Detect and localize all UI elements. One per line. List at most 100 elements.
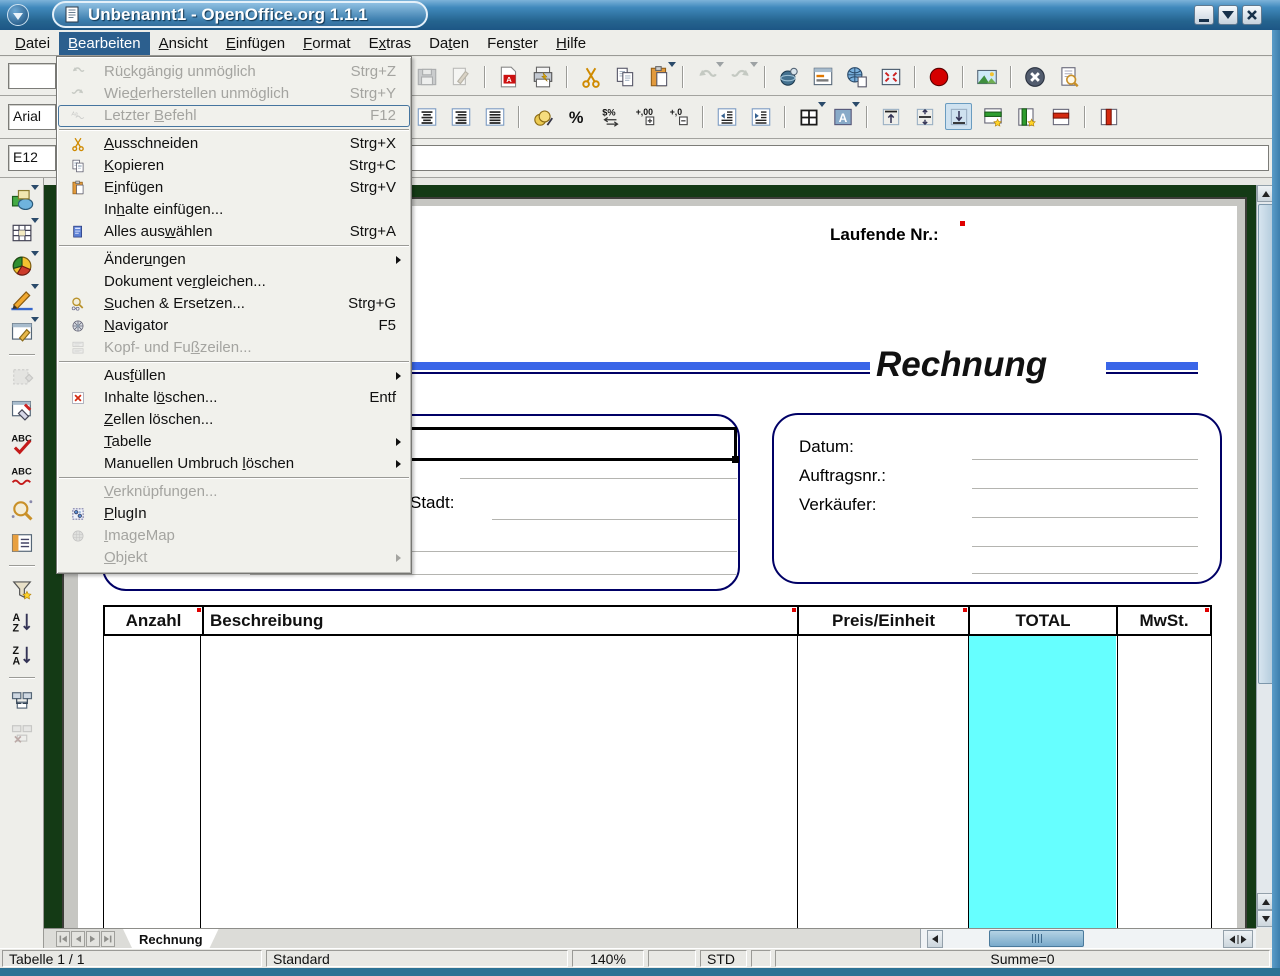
find-button[interactable] bbox=[8, 496, 35, 523]
data-sources-button[interactable] bbox=[8, 529, 35, 556]
menubar-item-fenster[interactable]: Fenster bbox=[478, 32, 547, 55]
menubar-item-hilfe[interactable]: Hilfe bbox=[547, 32, 595, 55]
insert-button[interactable] bbox=[8, 186, 35, 213]
autofilter-button[interactable] bbox=[8, 575, 35, 602]
scroll-right-split-button[interactable] bbox=[1223, 930, 1253, 948]
menubar-item-daten[interactable]: Daten bbox=[420, 32, 478, 55]
form-button[interactable] bbox=[8, 318, 35, 345]
navigator-ball-button[interactable] bbox=[775, 63, 802, 90]
menu-item-alles-auswählen[interactable]: Alles auswählenStrg+A bbox=[58, 221, 410, 243]
export-pdf-button[interactable]: A bbox=[495, 63, 522, 90]
previous-sheet-button[interactable] bbox=[71, 931, 85, 947]
background-color-icon: A bbox=[831, 105, 855, 129]
horizontal-scrollbar-thumb[interactable] bbox=[989, 930, 1084, 947]
insert-cells-button[interactable] bbox=[8, 219, 35, 246]
next-sheet-button[interactable] bbox=[86, 931, 100, 947]
group-button[interactable] bbox=[8, 687, 35, 714]
currency-button[interactable] bbox=[529, 103, 556, 130]
borders-button[interactable] bbox=[795, 103, 822, 130]
stylist-button[interactable] bbox=[809, 63, 836, 90]
menu-item-ausfüllen[interactable]: Ausfüllen bbox=[58, 365, 410, 387]
menu-item-zellen-löschen[interactable]: Zellen löschen... bbox=[58, 409, 410, 431]
align-bottom-button[interactable] bbox=[945, 103, 972, 130]
menu-item-label: Letzter Befehl bbox=[104, 107, 197, 124]
status-page-style[interactable]: Standard bbox=[266, 950, 568, 967]
menubar-item-extras[interactable]: Extras bbox=[360, 32, 421, 55]
justify-button[interactable] bbox=[481, 103, 508, 130]
draw-functions-button[interactable] bbox=[8, 285, 35, 312]
cut-button[interactable] bbox=[577, 63, 604, 90]
status-sum[interactable]: Summe=0 bbox=[775, 950, 1270, 967]
menubar-item-datei[interactable]: Datei bbox=[6, 32, 59, 55]
decrease-indent-button[interactable] bbox=[713, 103, 740, 130]
print-button[interactable] bbox=[529, 63, 556, 90]
load-url-combo[interactable] bbox=[8, 63, 56, 89]
align-top-button[interactable] bbox=[877, 103, 904, 130]
menubar-item-format[interactable]: Format bbox=[294, 32, 360, 55]
menu-item-suchen-&-ersetzen[interactable]: Suchen & Ersetzen...Strg+G bbox=[58, 293, 410, 315]
insert-object-button[interactable] bbox=[8, 252, 35, 279]
menubar-item-ansicht[interactable]: Ansicht bbox=[150, 32, 217, 55]
total-column-fill[interactable] bbox=[969, 636, 1116, 928]
status-mode[interactable]: STD bbox=[700, 950, 747, 967]
insert-row-button[interactable] bbox=[979, 103, 1006, 130]
autoformat-button[interactable] bbox=[8, 397, 35, 424]
menu-item-dokument-vergleichen[interactable]: Dokument vergleichen... bbox=[58, 271, 410, 293]
paste-button[interactable] bbox=[645, 63, 672, 90]
menubar-item-einfügen[interactable]: Einfügen bbox=[217, 32, 294, 55]
font-name-combo[interactable]: Arial bbox=[8, 104, 56, 130]
menu-item-ausschneiden[interactable]: AusschneidenStrg+X bbox=[58, 133, 410, 155]
menu-item-änderungen[interactable]: Änderungen bbox=[58, 249, 410, 271]
menu-item-tabelle[interactable]: Tabelle bbox=[58, 431, 410, 453]
menu-item-manuellen-umbruch-löschen[interactable]: Manuellen Umbruch löschen bbox=[58, 453, 410, 475]
table-header-anzahl[interactable]: Anzahl bbox=[105, 607, 202, 634]
align-center-button[interactable] bbox=[413, 103, 440, 130]
align-middle-button[interactable] bbox=[911, 103, 938, 130]
menu-item-einfügen[interactable]: EinfügenStrg+V bbox=[58, 177, 410, 199]
menu-item-inhalte-einfügen[interactable]: Inhalte einfügen... bbox=[58, 199, 410, 221]
background-color-button[interactable]: A bbox=[829, 103, 856, 130]
exchange-format-button[interactable]: $% bbox=[597, 103, 624, 130]
sort-descending-button[interactable]: ZA bbox=[8, 641, 35, 668]
spellcheck-button[interactable]: ABC bbox=[8, 430, 35, 457]
horizontal-scrollbar[interactable] bbox=[920, 929, 1256, 949]
gallery-button[interactable] bbox=[973, 63, 1000, 90]
menu-item-kopieren[interactable]: KopierenStrg+C bbox=[58, 155, 410, 177]
autospellcheck-button[interactable]: ABC bbox=[8, 463, 35, 490]
delete-column-button[interactable] bbox=[1095, 103, 1122, 130]
hyperlink-button[interactable] bbox=[843, 63, 870, 90]
menu-item-navigator[interactable]: NavigatorF5 bbox=[58, 315, 410, 337]
first-sheet-button[interactable] bbox=[56, 931, 70, 947]
record-button[interactable] bbox=[925, 63, 952, 90]
copy-button[interactable] bbox=[611, 63, 638, 90]
table-header-beschreibung[interactable]: Beschreibung bbox=[202, 607, 797, 634]
cell-reference-box[interactable]: E12 bbox=[8, 145, 56, 171]
scroll-left-button[interactable] bbox=[927, 930, 943, 948]
menu-item-plugin[interactable]: PlugIn bbox=[58, 503, 410, 525]
minimize-button[interactable] bbox=[1194, 5, 1214, 25]
status-sheet-info[interactable]: Tabelle 1 / 1 bbox=[2, 950, 262, 967]
table-header-preis-einheit[interactable]: Preis/Einheit bbox=[797, 607, 968, 634]
sheet-tab-rechnung[interactable]: Rechnung bbox=[123, 929, 219, 948]
insert-column-button[interactable] bbox=[1013, 103, 1040, 130]
remove-decimal-button[interactable]: +,0 bbox=[665, 103, 692, 130]
zoom-button[interactable] bbox=[877, 63, 904, 90]
table-header-total[interactable]: TOTAL bbox=[968, 607, 1116, 634]
close-button[interactable] bbox=[1242, 5, 1262, 25]
stop-button[interactable] bbox=[1021, 63, 1048, 90]
menubar-item-bearbeiten[interactable]: Bearbeiten bbox=[59, 32, 150, 55]
add-decimal-button[interactable]: +,00 bbox=[631, 103, 658, 130]
table-header-mwst[interactable]: MwSt. bbox=[1116, 607, 1210, 634]
sort-ascending-button[interactable]: AZ bbox=[8, 608, 35, 635]
align-right-button[interactable] bbox=[447, 103, 474, 130]
shade-button[interactable] bbox=[1218, 5, 1238, 25]
window-menu-button[interactable] bbox=[7, 4, 29, 26]
status-zoom[interactable]: 140% bbox=[572, 950, 644, 967]
last-sheet-button[interactable] bbox=[101, 931, 115, 947]
page-preview-button[interactable] bbox=[1055, 63, 1082, 90]
menu-item-inhalte-löschen[interactable]: Inhalte löschen...Entf bbox=[58, 387, 410, 409]
fill-handle[interactable] bbox=[732, 456, 739, 463]
increase-indent-button[interactable] bbox=[747, 103, 774, 130]
percent-button[interactable]: % bbox=[563, 103, 590, 130]
delete-row-button[interactable] bbox=[1047, 103, 1074, 130]
